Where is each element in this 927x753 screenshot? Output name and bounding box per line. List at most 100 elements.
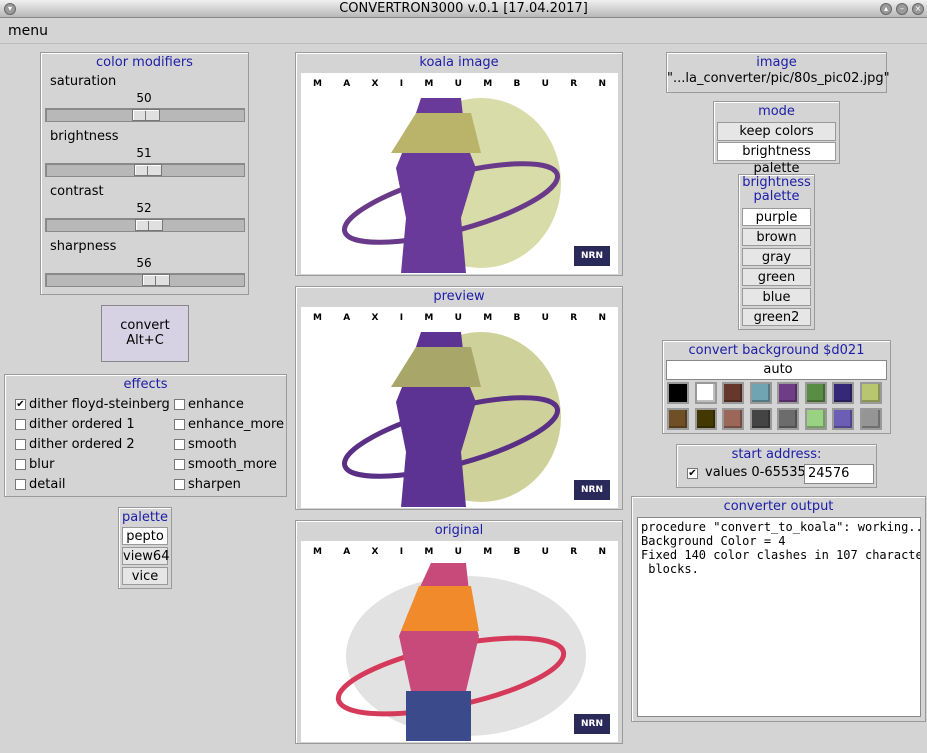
- koala-banner-letter: I: [399, 79, 404, 89]
- slider-saturation[interactable]: [45, 108, 245, 122]
- effect-checkbox-2[interactable]: [15, 439, 26, 450]
- brightness-palette-option-brown[interactable]: brown: [742, 228, 811, 246]
- effect-checkbox-4[interactable]: [15, 479, 26, 490]
- koala-banner-letter: M: [424, 79, 434, 89]
- slider-thumb-brightness[interactable]: [134, 164, 162, 176]
- image-file-title: image: [756, 55, 797, 70]
- preview-banner: MAXIMUMBURN: [301, 313, 618, 323]
- koala-image: M A X I M U M B U R N NRN: [301, 73, 618, 274]
- window-title: CONVERTRON3000 v.0.1 [17.04.2017]: [339, 1, 588, 16]
- background-swatch-13[interactable]: [804, 408, 827, 430]
- koala-image-title: koala image: [419, 55, 499, 70]
- mode-option-1[interactable]: brightness palette: [717, 142, 836, 176]
- koala-banner-letter: X: [371, 79, 379, 89]
- effect-checkbox-r0[interactable]: [174, 399, 185, 410]
- slider-thumb-contrast[interactable]: [135, 219, 163, 231]
- background-swatch-7[interactable]: [859, 382, 882, 404]
- palette-option-pepto[interactable]: pepto: [122, 527, 168, 545]
- output-text[interactable]: procedure "convert_to_koala": working...…: [637, 517, 921, 717]
- effect-label-r3: smooth_more: [188, 457, 277, 472]
- brightness-palette-option-purple[interactable]: purple: [742, 208, 811, 226]
- shade-icon[interactable]: ▴: [880, 3, 892, 15]
- effect-label-r0: enhance: [188, 397, 244, 412]
- convert-button[interactable]: convert Alt+C: [101, 305, 189, 362]
- window-menu-icon[interactable]: ▾: [4, 3, 16, 15]
- palette-option-view64[interactable]: view64: [122, 547, 169, 565]
- background-swatch-12[interactable]: [777, 408, 799, 430]
- slider-label-contrast: contrast: [50, 184, 104, 199]
- background-swatch-15[interactable]: [859, 408, 882, 430]
- original-banner-letter: B: [513, 547, 521, 557]
- menu-button[interactable]: menu: [8, 23, 48, 39]
- effect-checkbox-1[interactable]: [15, 419, 26, 430]
- preview-banner-letter: N: [598, 313, 606, 323]
- effects-title: effects: [123, 377, 168, 392]
- original-banner-letter: M: [424, 547, 434, 557]
- preview-banner-letter: U: [541, 313, 549, 323]
- original-image: M A X I M U M B U R N NRN: [301, 541, 618, 742]
- preview-banner-letter: A: [343, 313, 351, 323]
- mode-option-0[interactable]: keep colors: [717, 122, 836, 141]
- background-swatch-3[interactable]: [749, 382, 772, 404]
- background-swatch-14[interactable]: [832, 408, 854, 430]
- effect-checkbox-r4[interactable]: [174, 479, 185, 490]
- effect-checkbox-r1[interactable]: [174, 419, 185, 430]
- slider-value-brightness: 51: [136, 146, 152, 160]
- background-title: convert background $d021: [688, 343, 865, 358]
- koala-banner-letter: M: [313, 79, 322, 89]
- output-title: converter output: [723, 499, 834, 514]
- background-swatch-6[interactable]: [832, 382, 854, 404]
- effect-label-r2: smooth: [188, 437, 237, 452]
- slider-contrast[interactable]: [45, 218, 245, 232]
- slider-thumb-saturation[interactable]: [132, 109, 160, 121]
- slider-label-saturation: saturation: [50, 74, 117, 89]
- background-swatch-10[interactable]: [722, 408, 744, 430]
- background-swatch-8[interactable]: [667, 408, 689, 430]
- menu-bar: [0, 18, 927, 44]
- slider-thumb-sharpness[interactable]: [142, 274, 170, 286]
- minimize-icon[interactable]: –: [896, 3, 908, 15]
- convert-shortcut-label: Alt+C: [126, 333, 164, 348]
- palette-option-vice[interactable]: vice: [122, 567, 168, 585]
- background-swatch-5[interactable]: [804, 382, 827, 404]
- original-banner: MAXIMUMBURN: [301, 547, 618, 557]
- original-banner-letter: A: [343, 547, 351, 557]
- original-banner-letter: N: [598, 547, 606, 557]
- background-swatch-11[interactable]: [749, 408, 772, 430]
- brightness-palette-option-green2[interactable]: green2: [742, 308, 811, 326]
- brightness-palette-title: brightness palette: [739, 176, 814, 204]
- palette-title: palette: [121, 510, 169, 525]
- koala-banner-letter: B: [513, 79, 521, 89]
- start-address-input[interactable]: 24576: [804, 464, 874, 484]
- brightness-palette-option-green[interactable]: green: [742, 268, 811, 286]
- background-value-field[interactable]: auto: [666, 360, 887, 380]
- background-swatch-9[interactable]: [694, 408, 717, 430]
- background-swatch-0[interactable]: [667, 382, 689, 404]
- preview-banner-letter: M: [483, 313, 493, 323]
- start-address-checkbox[interactable]: ✔: [687, 468, 698, 479]
- preview-banner-letter: M: [424, 313, 434, 323]
- brightness-palette-option-gray[interactable]: gray: [742, 248, 811, 266]
- output-panel: converter output procedure "convert_to_k…: [631, 496, 926, 722]
- effect-checkbox-3[interactable]: [15, 459, 26, 470]
- effect-checkbox-0[interactable]: ✔: [15, 399, 26, 410]
- slider-sharpness[interactable]: [45, 273, 245, 287]
- brightness-palette-title-2: palette: [753, 189, 800, 204]
- preview-title: preview: [433, 289, 485, 304]
- original-banner-letter: M: [483, 547, 493, 557]
- start-address-checkbox-label: values 0-65535: [705, 465, 806, 480]
- background-swatch-1[interactable]: [694, 382, 717, 404]
- close-icon[interactable]: ×: [912, 3, 924, 15]
- image-file-path[interactable]: "...la_converter/pic/80s_pic02.jpg": [667, 71, 890, 86]
- preview-banner-letter: R: [570, 313, 578, 323]
- slider-brightness[interactable]: [45, 163, 245, 177]
- brightness-palette-option-blue[interactable]: blue: [742, 288, 811, 306]
- slider-label-brightness: brightness: [50, 129, 119, 144]
- mode-title: mode: [758, 104, 795, 119]
- effect-checkbox-r2[interactable]: [174, 439, 185, 450]
- background-swatch-2[interactable]: [722, 382, 744, 404]
- effect-checkbox-r3[interactable]: [174, 459, 185, 470]
- preview-banner-letter: X: [371, 313, 379, 323]
- background-swatch-4[interactable]: [777, 382, 799, 404]
- original-banner-letter: X: [371, 547, 379, 557]
